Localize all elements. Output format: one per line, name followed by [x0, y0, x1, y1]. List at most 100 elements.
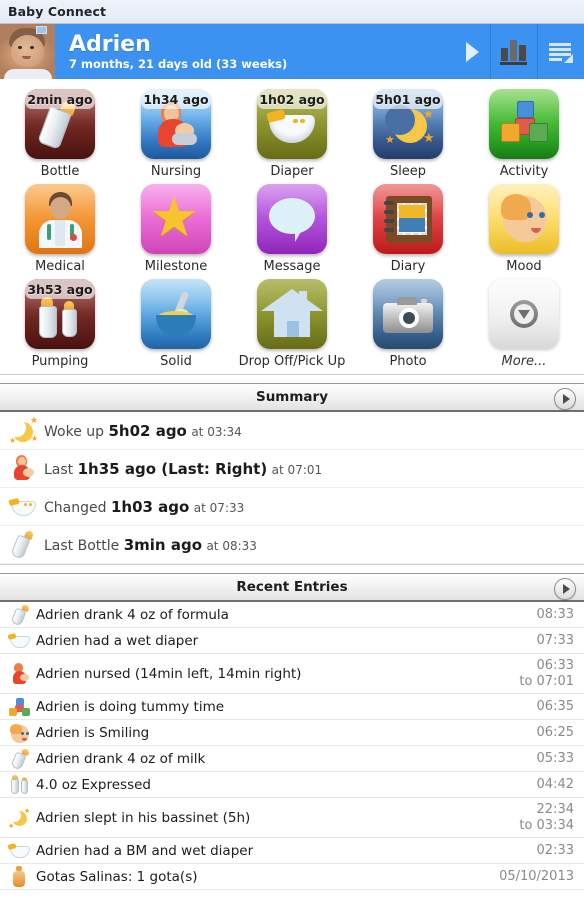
- list-item[interactable]: Adrien drank 4 oz of formula 08:33: [0, 602, 584, 628]
- entry-time: 04:42: [537, 777, 574, 793]
- notebook-icon[interactable]: [373, 184, 443, 254]
- avatar-background-sticker: [36, 26, 47, 34]
- building-blocks-icon[interactable]: [489, 89, 559, 159]
- tile-label: Message: [263, 259, 321, 274]
- go-to-recent-entries-button[interactable]: [554, 578, 576, 600]
- next-baby-arrow[interactable]: [454, 24, 490, 79]
- tile-mood[interactable]: Mood: [466, 180, 582, 275]
- list-item[interactable]: Adrien had a BM and wet diaper 02:33: [0, 838, 584, 864]
- summary-list: ★ ★ ★ Woke up 5h02 ago at 03:34 Last 1h3…: [0, 412, 584, 564]
- tile-bottle[interactable]: 2min ago Bottle: [2, 85, 118, 180]
- entry-time-start: 04:42: [536, 776, 574, 792]
- list-item[interactable]: ★ ★ Adrien slept in his bassinet (5h) 22…: [0, 798, 584, 838]
- entry-text: Adrien had a BM and wet diaper: [36, 842, 254, 859]
- go-to-summary-button[interactable]: [554, 388, 576, 410]
- tile-activity[interactable]: Activity: [466, 85, 582, 180]
- avatar-eye-right: [30, 46, 34, 49]
- bowl-art: [141, 279, 211, 349]
- entry-text: Adrien slept in his bassinet (5h): [36, 809, 251, 826]
- entry-time: 06:33 to 07:01: [519, 658, 574, 690]
- chevron-down-circle-icon[interactable]: [489, 279, 559, 349]
- list-icon: [547, 40, 575, 64]
- entry-time: 06:35: [537, 699, 574, 715]
- avatar[interactable]: [0, 24, 55, 79]
- tile-pumping[interactable]: 3h53 ago Pumping: [2, 275, 118, 370]
- baby-face-icon: [8, 722, 36, 744]
- tile-label: Activity: [499, 164, 549, 179]
- entry-time: 08:33: [537, 607, 574, 623]
- house-icon[interactable]: [257, 279, 327, 349]
- diaper-icon[interactable]: 1h02 ago: [257, 89, 327, 159]
- entry-time: 05:33: [537, 751, 574, 767]
- two-bottles-icon[interactable]: 3h53 ago: [25, 279, 95, 349]
- summary-header: Summary: [0, 383, 584, 412]
- diaper-icon: [8, 492, 44, 522]
- entry-time-start: 07:33: [536, 632, 574, 648]
- chevron-right-icon: [563, 394, 570, 404]
- bubble-art: [257, 184, 327, 254]
- tile-label: Nursing: [150, 164, 202, 179]
- activity-grid: 2min ago Bottle 1h34 ago Nursing 1h02 ag…: [0, 79, 584, 374]
- two-bottles-icon: [8, 774, 36, 796]
- baby-info[interactable]: Adrien 7 months, 21 days old (33 weeks): [55, 24, 454, 79]
- tile-badge: 5h01 ago: [373, 89, 443, 109]
- summary-row-diaper[interactable]: Changed 1h03 ago at 07:33: [0, 488, 584, 526]
- tile-diary[interactable]: Diary: [350, 180, 466, 275]
- nursing-mother-icon[interactable]: 1h34 ago: [141, 89, 211, 159]
- baby-header-bar[interactable]: Adrien 7 months, 21 days old (33 weeks): [0, 24, 584, 79]
- list-button[interactable]: [537, 24, 584, 79]
- tile-nursing[interactable]: 1h34 ago Nursing: [118, 85, 234, 180]
- speech-bubble-icon[interactable]: [257, 184, 327, 254]
- entry-time-start: 06:35: [536, 698, 574, 714]
- crescent-moon-icon[interactable]: ★ ★ ★ 5h01 ago: [373, 89, 443, 159]
- doctor-icon[interactable]: [25, 184, 95, 254]
- star-icon[interactable]: ★: [141, 184, 211, 254]
- entry-time: 02:33: [537, 843, 574, 859]
- recent-entries-header: Recent Entries: [0, 573, 584, 602]
- baby-age: 7 months, 21 days old (33 weeks): [69, 57, 288, 71]
- tile-medical[interactable]: Medical: [2, 180, 118, 275]
- summary-row-nursing[interactable]: Last 1h35 ago (Last: Right) at 07:01: [0, 450, 584, 488]
- tile-more[interactable]: More...: [466, 275, 582, 370]
- tile-milestone[interactable]: ★ Milestone: [118, 180, 234, 275]
- baby-bottle-icon: [8, 529, 44, 560]
- list-item[interactable]: Adrien nursed (14min left, 14min right) …: [0, 654, 584, 694]
- tile-label: Diary: [390, 259, 426, 274]
- list-item[interactable]: Adrien drank 4 oz of milk 05:33: [0, 746, 584, 772]
- summary-value: 1h35 ago (Last: Right): [77, 459, 268, 478]
- entry-time: 22:34 to 03:34: [519, 802, 574, 834]
- tile-dropoff-pickup[interactable]: Drop Off/Pick Up: [234, 275, 350, 370]
- tile-message[interactable]: Message: [234, 180, 350, 275]
- list-item[interactable]: Gotas Salinas: 1 gota(s) 05/10/2013: [0, 864, 584, 890]
- list-item[interactable]: Adrien is doing tummy time 06:35: [0, 694, 584, 720]
- chart-button[interactable]: [490, 24, 537, 79]
- entry-time-start: 05:33: [536, 750, 574, 766]
- summary-row-text: Last 1h35 ago (Last: Right) at 07:01: [44, 460, 322, 478]
- list-item[interactable]: Adrien is Smiling 06:25: [0, 720, 584, 746]
- tile-photo[interactable]: Photo: [350, 275, 466, 370]
- summary-at: at 07:33: [193, 500, 245, 515]
- camera-icon[interactable]: [373, 279, 443, 349]
- list-item[interactable]: Adrien had a wet diaper 07:33: [0, 628, 584, 654]
- summary-at: at 08:33: [206, 538, 257, 553]
- entry-text: 4.0 oz Expressed: [36, 776, 151, 793]
- recent-separator: [0, 564, 584, 573]
- summary-row-bottle[interactable]: Last Bottle 3min ago at 08:33: [0, 526, 584, 564]
- tile-label: Solid: [160, 354, 192, 369]
- summary-row-sleep[interactable]: ★ ★ ★ Woke up 5h02 ago at 03:34: [0, 412, 584, 450]
- tile-sleep[interactable]: ★ ★ ★ 5h01 ago Sleep: [350, 85, 466, 180]
- more-art: [489, 279, 559, 349]
- grid-row: 2min ago Bottle 1h34 ago Nursing 1h02 ag…: [2, 85, 582, 180]
- baby-bottle-icon[interactable]: 2min ago: [25, 89, 95, 159]
- baby-face-icon[interactable]: [489, 184, 559, 254]
- list-item[interactable]: 4.0 oz Expressed 04:42: [0, 772, 584, 798]
- tile-label: Milestone: [144, 259, 208, 274]
- summary-row-text: Changed 1h03 ago at 07:33: [44, 498, 244, 516]
- entry-time-start: 22:34: [536, 801, 574, 817]
- chart-icon: [498, 38, 530, 66]
- tile-solid[interactable]: Solid: [118, 275, 234, 370]
- tile-diaper[interactable]: 1h02 ago Diaper: [234, 85, 350, 180]
- tile-label: Diaper: [270, 164, 314, 179]
- bowl-spoon-icon[interactable]: [141, 279, 211, 349]
- summary-value: 3min ago: [123, 535, 202, 554]
